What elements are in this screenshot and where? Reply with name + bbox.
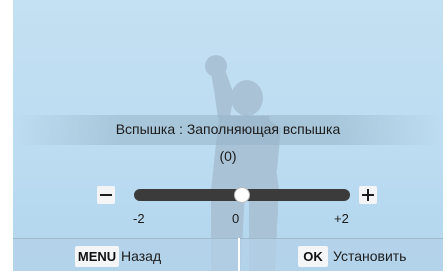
flash-mode-title: Вспышка : Заполняющая вспышка: [115, 121, 341, 137]
minus-icon[interactable]: [97, 186, 115, 204]
slider-tick-label: +2: [334, 211, 349, 226]
back-label: Назад: [121, 248, 162, 264]
flash-value-display: (0): [219, 148, 237, 164]
bottom-divider: [238, 238, 240, 271]
flash-slider-knob[interactable]: [234, 187, 250, 203]
menu-button[interactable]: MENU: [75, 246, 119, 267]
slider-tick-label: 0: [232, 211, 240, 226]
set-label: Установить: [333, 248, 407, 264]
ok-button[interactable]: OK: [298, 246, 328, 267]
slider-tick-label: -2: [133, 211, 145, 226]
camera-viewfinder: Вспышка : Заполняющая вспышка (0) -2 0 +…: [13, 0, 443, 271]
camera-screen: Вспышка : Заполняющая вспышка (0) -2 0 +…: [0, 0, 447, 271]
plus-icon[interactable]: [359, 186, 377, 204]
